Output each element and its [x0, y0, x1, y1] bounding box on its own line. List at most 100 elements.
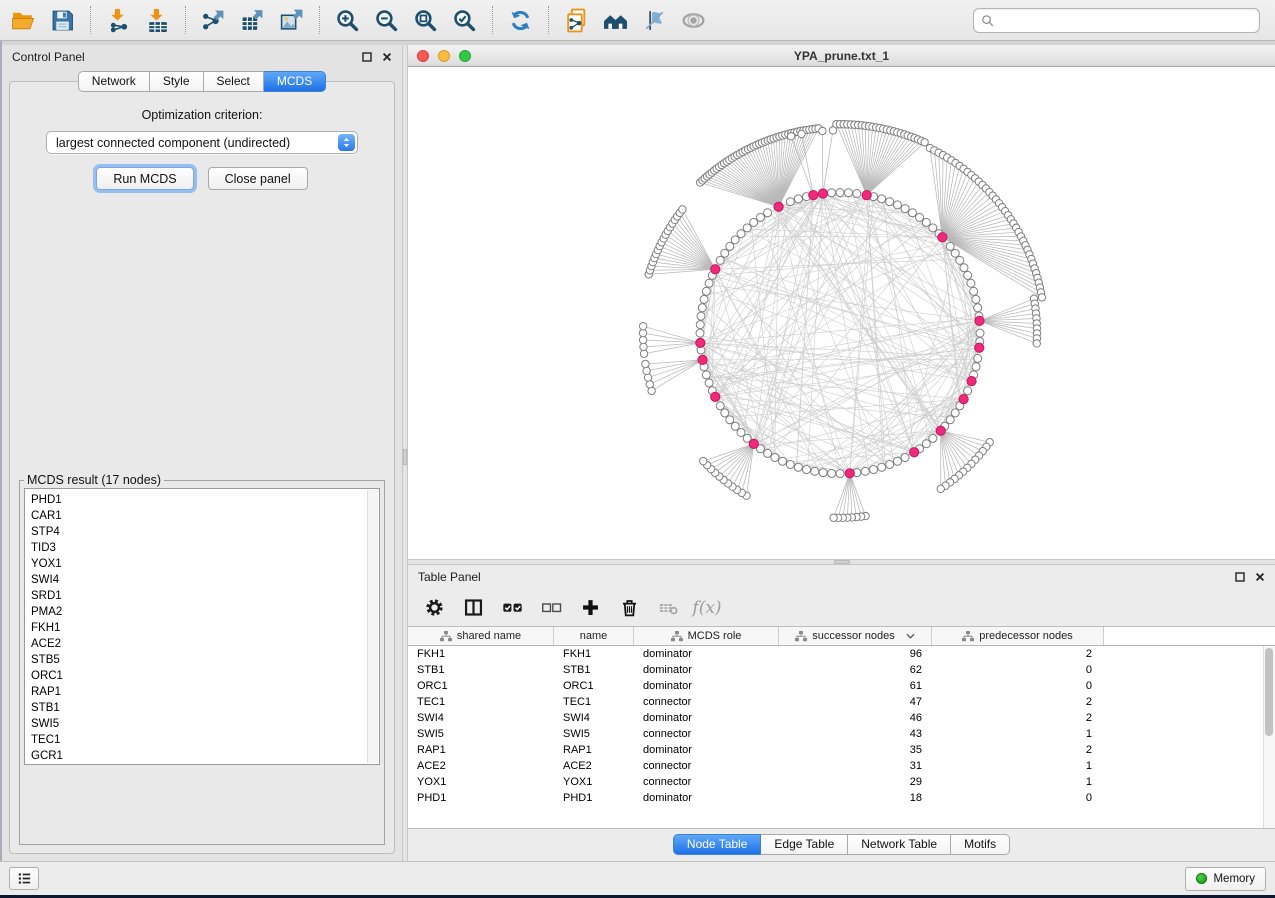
mcds-result-item[interactable]: RAP1 [31, 684, 365, 700]
toggle-column-panel-button[interactable] [461, 595, 485, 621]
mcds-result-item[interactable]: CAR1 [31, 508, 365, 524]
save-session-icon [50, 8, 75, 33]
scrollbar-thumb[interactable] [1265, 648, 1273, 736]
export-network-button[interactable] [194, 3, 233, 37]
table-row[interactable]: TEC1TEC1connector472 [408, 694, 1263, 710]
mcds-result-item[interactable]: SWI4 [31, 572, 365, 588]
mcds-result-item[interactable]: TID3 [31, 540, 365, 556]
row-filler [1104, 726, 1263, 742]
memory-status-icon [1196, 873, 1207, 884]
row-filler [1104, 758, 1263, 774]
list-scrollbar[interactable] [367, 490, 378, 763]
mcds-result-item[interactable]: SRD1 [31, 588, 365, 604]
table-row[interactable]: SWI5SWI5connector431 [408, 726, 1263, 742]
maximize-window-icon[interactable] [459, 50, 471, 62]
save-session-button[interactable] [43, 3, 82, 37]
tab-network[interactable]: Network [78, 71, 150, 92]
memory-button[interactable]: Memory [1185, 867, 1266, 891]
first-neighbors-button[interactable] [596, 3, 635, 37]
splitter-handle[interactable] [403, 449, 407, 465]
mcds-result-item[interactable]: ACE2 [31, 636, 365, 652]
table-row[interactable]: ACE2ACE2connector311 [408, 758, 1263, 774]
tab-style[interactable]: Style [150, 71, 204, 92]
import-network-button[interactable] [99, 3, 138, 37]
shared-name-cell: ACE2 [408, 758, 554, 774]
export-image-button[interactable] [272, 3, 311, 37]
search-box[interactable] [973, 8, 1260, 33]
zoom-selected-icon [452, 8, 477, 33]
tab-node-table[interactable]: Node Table [673, 834, 762, 855]
mcds-result-item[interactable]: PMA2 [31, 604, 365, 620]
hide-graphics-details-button[interactable] [635, 3, 674, 37]
tab-motifs[interactable]: Motifs [951, 834, 1010, 855]
close-panel-icon[interactable] [381, 52, 392, 63]
deselect-all-rows-button[interactable] [539, 595, 563, 621]
tab-edge-table[interactable]: Edge Table [761, 834, 848, 855]
tab-select[interactable]: Select [204, 71, 264, 92]
table-row[interactable]: YOX1YOX1connector291 [408, 774, 1263, 790]
float-panel-icon[interactable] [361, 52, 372, 63]
open-file-button[interactable] [4, 3, 43, 37]
mcds-result-item[interactable]: GCR1 [31, 748, 365, 764]
select-all-rows-icon [502, 597, 523, 618]
table-settings-button[interactable] [422, 595, 446, 621]
task-history-button[interactable] [9, 867, 39, 890]
table-row[interactable]: STB1STB1dominator620 [408, 662, 1263, 678]
mcds-result-item[interactable]: FKH1 [31, 620, 365, 636]
function-builder-button[interactable]: f(x) [695, 595, 719, 621]
minimize-window-icon[interactable] [438, 50, 450, 62]
refresh-layout-button[interactable] [501, 3, 540, 37]
mcds-result-item[interactable]: YOX1 [31, 556, 365, 572]
column-header[interactable]: predecessor nodes [932, 627, 1104, 645]
mcds-result-list[interactable]: PHD1CAR1STP4TID3YOX1SWI4SRD1PMA2FKH1ACE2… [24, 488, 380, 765]
column-header[interactable]: MCDS role [634, 627, 779, 645]
tab-network-table[interactable]: Network Table [848, 834, 951, 855]
column-header[interactable]: shared name [408, 627, 554, 645]
column-header-label: name [580, 630, 608, 642]
network-canvas[interactable] [408, 67, 1275, 559]
mcds-result-item[interactable]: TEC1 [31, 732, 365, 748]
row-filler [1104, 662, 1263, 678]
table-row[interactable]: ORC1ORC1dominator610 [408, 678, 1263, 694]
tab-mcds[interactable]: MCDS [264, 71, 326, 92]
network-graph[interactable] [408, 67, 1275, 559]
table-splitter-handle[interactable] [834, 560, 850, 564]
zoom-selected-button[interactable] [445, 3, 484, 37]
delete-column-button[interactable] [617, 595, 641, 621]
search-input[interactable] [999, 13, 1253, 27]
new-network-from-selection-button[interactable] [557, 3, 596, 37]
table-row[interactable]: FKH1FKH1dominator962 [408, 646, 1263, 662]
mcds-result-item[interactable]: STB5 [31, 652, 365, 668]
close-window-icon[interactable] [417, 50, 429, 62]
shared-name-cell: SWI5 [408, 726, 554, 742]
export-table-button[interactable] [233, 3, 272, 37]
table-row[interactable]: SWI4SWI4dominator462 [408, 710, 1263, 726]
import-table-button[interactable] [138, 3, 177, 37]
predecessor-nodes-cell: 1 [932, 758, 1104, 774]
mcds-result-item[interactable]: PHD1 [31, 492, 365, 508]
mcds-result-item[interactable]: SWI5 [31, 716, 365, 732]
table-scrollbar[interactable] [1263, 646, 1275, 828]
column-header[interactable]: successor nodes [779, 627, 932, 645]
criterion-dropdown[interactable]: largest connected component (undirected) [46, 131, 358, 154]
column-header[interactable]: name [554, 627, 634, 645]
table-splitter[interactable] [408, 559, 1275, 565]
show-graphics-details-button[interactable] [674, 3, 713, 37]
delete-table-button[interactable] [656, 595, 680, 621]
run-mcds-button[interactable]: Run MCDS [96, 167, 193, 190]
import-table-icon [145, 8, 170, 33]
table-row[interactable]: PHD1PHD1dominator180 [408, 790, 1263, 806]
mcds-result-item[interactable]: ORC1 [31, 668, 365, 684]
zoom-fit-button[interactable] [406, 3, 445, 37]
mcds-result-item[interactable]: STP4 [31, 524, 365, 540]
float-panel-icon[interactable] [1234, 572, 1245, 583]
zoom-in-button[interactable] [328, 3, 367, 37]
close-panel-button[interactable]: Close panel [208, 167, 308, 190]
close-panel-icon[interactable] [1254, 572, 1265, 583]
mcds-result-item[interactable]: STB1 [31, 700, 365, 716]
table-row[interactable]: RAP1RAP1dominator352 [408, 742, 1263, 758]
shared-name-cell: TEC1 [408, 694, 554, 710]
select-all-rows-button[interactable] [500, 595, 524, 621]
add-column-button[interactable] [578, 595, 602, 621]
zoom-out-button[interactable] [367, 3, 406, 37]
